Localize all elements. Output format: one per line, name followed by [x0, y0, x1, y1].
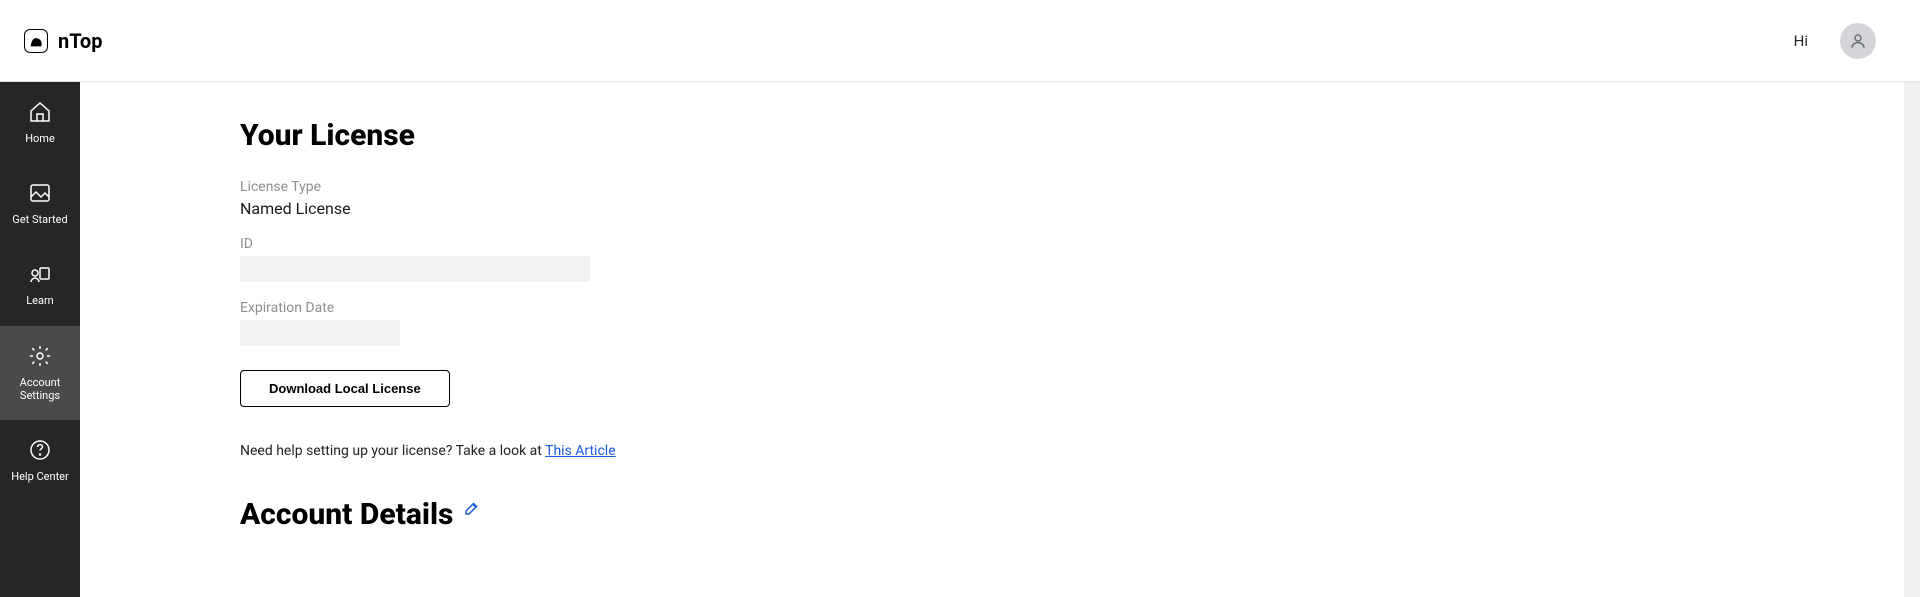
- brand-name: nTop: [58, 29, 102, 53]
- brand-logo[interactable]: nTop: [24, 29, 102, 53]
- help-text-prefix: Need help setting up your license? Take …: [240, 443, 545, 459]
- account-details-title: Account Details: [240, 497, 453, 532]
- user-avatar[interactable]: [1840, 23, 1876, 59]
- sidebar-label: Learn: [26, 294, 54, 307]
- sidebar: Home Get Started Learn Account Settings: [0, 82, 80, 597]
- expiration-value: [240, 320, 400, 346]
- learn-icon: [28, 262, 52, 286]
- help-icon: [28, 438, 52, 462]
- license-id-value: [240, 256, 590, 282]
- sidebar-label: Get Started: [12, 213, 67, 226]
- edit-icon: [463, 499, 481, 517]
- sidebar-item-account-settings[interactable]: Account Settings: [0, 326, 80, 420]
- edit-account-button[interactable]: [463, 499, 481, 521]
- header-right: Hi: [1794, 23, 1896, 59]
- sidebar-label: Help Center: [11, 470, 69, 483]
- license-type-label: License Type: [240, 179, 1920, 195]
- license-type-value: Named License: [240, 199, 1920, 218]
- logo-icon: [24, 29, 48, 53]
- sidebar-label: Account Settings: [4, 376, 76, 402]
- sidebar-label: Home: [25, 132, 55, 145]
- download-license-button[interactable]: Download Local License: [240, 370, 450, 407]
- gear-icon: [28, 344, 52, 368]
- expiration-label: Expiration Date: [240, 300, 1920, 316]
- sidebar-item-learn[interactable]: Learn: [0, 244, 80, 325]
- license-help-text: Need help setting up your license? Take …: [240, 443, 1920, 459]
- account-details-header: Account Details: [240, 497, 1920, 532]
- image-icon: [28, 181, 52, 205]
- sidebar-item-help-center[interactable]: Help Center: [0, 420, 80, 501]
- scrollbar[interactable]: [1904, 0, 1920, 597]
- sidebar-item-home[interactable]: Home: [0, 82, 80, 163]
- license-id-label: ID: [240, 236, 1920, 252]
- user-icon: [1849, 32, 1867, 50]
- sidebar-item-get-started[interactable]: Get Started: [0, 163, 80, 244]
- app-header: nTop Hi: [0, 0, 1920, 82]
- main-content: Your License License Type Named License …: [80, 82, 1920, 597]
- home-icon: [28, 100, 52, 124]
- page-title: Your License: [240, 118, 1920, 153]
- help-article-link[interactable]: This Article: [545, 443, 616, 459]
- greeting-text: Hi: [1794, 32, 1808, 50]
